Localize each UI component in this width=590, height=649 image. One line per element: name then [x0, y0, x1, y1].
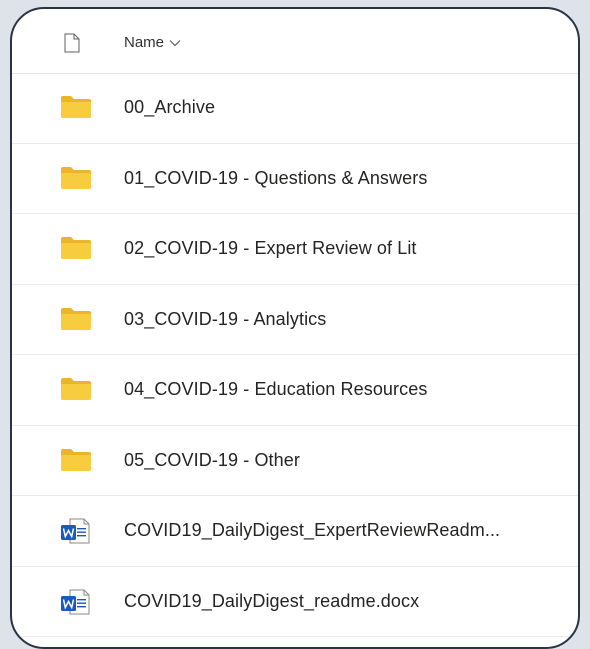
folder-icon: [61, 378, 91, 400]
file-type-icon: [64, 33, 80, 53]
list-item[interactable]: 03_COVID-19 - Analytics: [12, 285, 578, 355]
folder-icon: [61, 166, 91, 189]
chevron-down-icon: [169, 39, 181, 46]
folder-icon: [61, 307, 91, 330]
list-item[interactable]: 02_COVID-19 - Expert Review of Lit: [12, 214, 578, 285]
item-name: 05_COVID-19 - Other: [124, 449, 300, 470]
list-item[interactable]: COVID19_DailyDigest_readme.docx: [12, 567, 578, 637]
list-item[interactable]: 04_COVID-19 - Education Resources: [12, 355, 578, 426]
folder-icon: [61, 237, 91, 259]
list-item[interactable]: 00_Archive: [12, 73, 578, 144]
file-list: 00_Archive 01_COVID-19 - Questions & Ans…: [12, 73, 578, 637]
list-item[interactable]: 05_COVID-19 - Other: [12, 426, 578, 496]
folder-icon: [61, 448, 91, 471]
item-name: COVID19_DailyDigest_readme.docx: [124, 590, 420, 611]
list-item[interactable]: COVID19_DailyDigest_ExpertReviewReadm...: [12, 496, 578, 567]
name-column-label: Name: [124, 34, 165, 51]
word-doc-icon: [61, 518, 90, 544]
list-header: Name: [12, 9, 578, 74]
item-name: 00_Archive: [124, 97, 216, 117]
item-name: 04_COVID-19 - Education Resources: [124, 379, 428, 399]
name-column-header[interactable]: Name: [124, 34, 181, 51]
word-doc-icon: [61, 589, 90, 614]
item-name: 01_COVID-19 - Questions & Answers: [124, 167, 428, 188]
item-name: COVID19_DailyDigest_ExpertReviewReadm...: [124, 520, 501, 540]
item-name: 02_COVID-19 - Expert Review of Lit: [124, 238, 417, 258]
item-name: 03_COVID-19 - Analytics: [124, 308, 327, 329]
folder-icon: [61, 96, 91, 118]
file-list-panel: Name 00_Archive 01_COVID-19 - Questions …: [10, 7, 580, 649]
list-item[interactable]: 01_COVID-19 - Questions & Answers: [12, 144, 578, 214]
